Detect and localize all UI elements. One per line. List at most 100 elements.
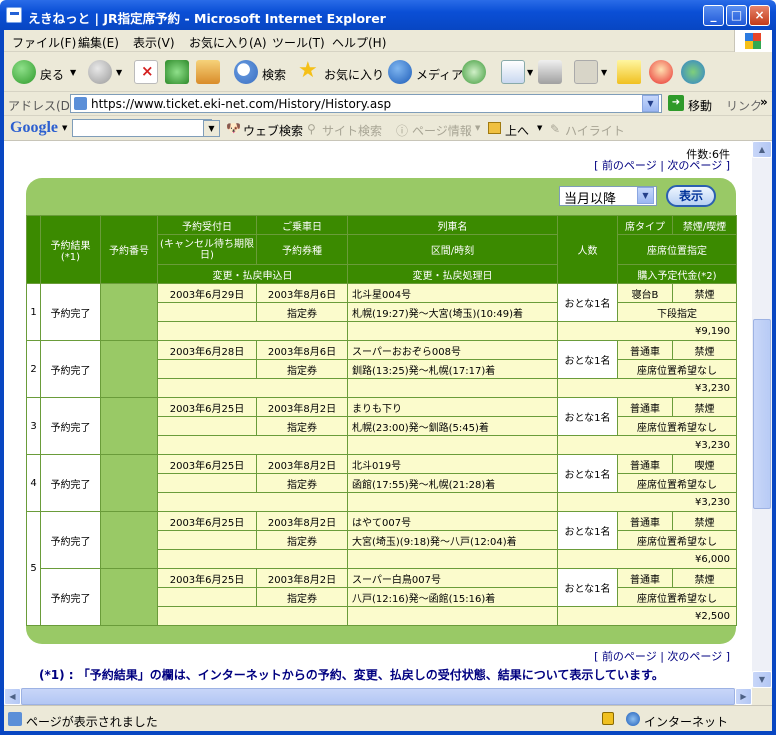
prev-page-link[interactable]: 前のページ: [602, 159, 657, 172]
ie-page-icon: [6, 7, 22, 23]
site-search-button[interactable]: サイト検索: [322, 122, 382, 139]
seat-position-cell: 座席位置希望なし: [617, 530, 737, 550]
menu-edit[interactable]: 編集(E): [78, 34, 119, 51]
go-arrow-icon[interactable]: ➜: [668, 95, 684, 111]
show-button[interactable]: 表示: [666, 185, 716, 207]
refresh-icon[interactable]: [165, 60, 189, 84]
scroll-left-icon[interactable]: ◀: [4, 688, 21, 705]
address-dropdown-icon[interactable]: ▼: [642, 95, 659, 112]
maximize-button[interactable]: □: [726, 5, 747, 26]
next-page-link[interactable]: 次のページ: [667, 650, 722, 663]
print-icon[interactable]: [538, 60, 562, 84]
messenger-people-icon[interactable]: [681, 60, 705, 84]
vertical-scroll-thumb[interactable]: [753, 319, 771, 509]
next-page-link[interactable]: 次のページ: [667, 159, 722, 172]
reserved-date-cell: 2003年6月25日: [157, 568, 257, 588]
pager-bracket-close: ]: [722, 650, 730, 663]
web-search-button[interactable]: ウェブ検索: [243, 122, 303, 139]
change-process-date-cell: [347, 378, 558, 398]
favorites-label[interactable]: お気に入り: [324, 66, 384, 83]
edit-page-icon[interactable]: [574, 60, 598, 84]
scroll-right-icon[interactable]: ▶: [735, 688, 752, 705]
page-info-button[interactable]: ページ情報: [412, 122, 472, 139]
period-select[interactable]: 当月以降 ▼: [559, 186, 657, 207]
page-content: 件数:6件 [ 前のページ | 次のページ ] 当月以降 ▼ 表示 予約結果 (…: [4, 141, 752, 688]
favorites-star-icon[interactable]: ★: [298, 58, 322, 83]
reservation-number-cell: [100, 283, 158, 341]
menu-help[interactable]: ヘルプ(H): [332, 34, 386, 51]
pager-bracket-open: [: [594, 650, 602, 663]
history-icon[interactable]: [462, 60, 486, 84]
address-url: https://www.ticket.eki-net.com/History/H…: [91, 97, 392, 111]
scroll-corner: [752, 688, 772, 705]
change-request-date-cell: [157, 549, 348, 569]
media-globe-icon[interactable]: [388, 60, 412, 84]
header-train-name: 列車名: [347, 215, 558, 235]
table-row: 3 予約完了 2003年6月25日 2003年8月2日 まりも下り おとな1名 普通車 禁煙: [26, 397, 737, 455]
go-button[interactable]: 移動: [688, 97, 712, 114]
mail-dropdown-icon[interactable]: ▼: [527, 68, 533, 77]
menu-file[interactable]: ファイル(F): [12, 34, 76, 51]
forward-arrow-icon[interactable]: [88, 60, 112, 84]
note-icon[interactable]: [617, 60, 641, 84]
cancel-deadline-cell: [157, 416, 257, 436]
back-dropdown-icon[interactable]: ▼: [70, 68, 76, 77]
prev-page-link[interactable]: 前のページ: [602, 650, 657, 663]
row-number: 1: [26, 283, 41, 341]
ticket-type-cell: 指定券: [256, 530, 348, 550]
edit-dropdown-icon[interactable]: ▼: [601, 68, 607, 77]
links-label[interactable]: リンク: [726, 97, 762, 114]
media-label[interactable]: メディア: [416, 66, 463, 83]
section-time-cell: 函館(17:55)発～札幌(21:28)着: [347, 473, 558, 493]
reserved-date-cell: 2003年6月28日: [157, 340, 257, 360]
google-input-dropdown-icon[interactable]: ▼: [203, 120, 220, 137]
mail-icon[interactable]: [501, 60, 525, 84]
back-arrow-icon[interactable]: [12, 60, 36, 84]
web-search-icon[interactable]: 🐶: [226, 121, 241, 135]
google-logo[interactable]: Google: [10, 119, 58, 137]
stop-icon[interactable]: ×: [134, 60, 158, 84]
seat-position-cell: 座席位置希望なし: [617, 473, 737, 493]
smoking-cell: 禁煙: [672, 340, 737, 360]
minimize-button[interactable]: _: [703, 5, 724, 26]
close-button[interactable]: ×: [749, 5, 770, 26]
horizontal-scrollbar[interactable]: ◀ ▶: [4, 688, 752, 705]
header-reserved-date: 予約受付日: [157, 215, 257, 235]
highlight-button[interactable]: ハイライト: [565, 122, 625, 139]
passengers-cell: おとな1名: [557, 340, 618, 379]
messenger-character-icon[interactable]: [649, 60, 673, 84]
back-label[interactable]: 戻る: [40, 66, 64, 83]
ride-date-cell: 2003年8月6日: [256, 283, 348, 303]
scroll-up-icon[interactable]: ▲: [752, 141, 772, 158]
menu-tools[interactable]: ツール(T): [272, 34, 325, 51]
header-seat-position: 座席位置指定: [617, 234, 737, 265]
search-icon[interactable]: [234, 60, 258, 84]
seat-position-cell: 座席位置希望なし: [617, 359, 737, 379]
menu-view[interactable]: 表示(V): [133, 34, 175, 51]
window-frame-bottom: [0, 731, 776, 735]
forward-dropdown-icon[interactable]: ▼: [116, 68, 122, 77]
price-cell: ¥9,190: [557, 321, 737, 341]
up-button[interactable]: 上へ: [505, 122, 529, 139]
price-cell: ¥6,000: [557, 549, 737, 569]
train-name-cell: 北斗星004号: [347, 283, 558, 303]
home-icon[interactable]: [196, 60, 220, 84]
scroll-down-icon[interactable]: ▼: [752, 671, 772, 688]
result-cell: 予約完了: [40, 454, 101, 512]
period-dropdown-icon[interactable]: ▼: [637, 187, 654, 204]
toolbar: 戻る ▼ ▼ × 検索 ★ お気に入り メディア ▼ ▼: [4, 52, 772, 92]
vertical-scrollbar[interactable]: ▲ ▼: [752, 141, 772, 688]
seat-type-cell: 普通車: [617, 568, 673, 588]
menu-favorites[interactable]: お気に入り(A): [189, 34, 267, 51]
up-dropdown-icon[interactable]: ▼: [537, 124, 542, 132]
google-menu-dropdown-icon[interactable]: ▼: [62, 124, 67, 132]
page-info-dropdown-icon[interactable]: ▼: [475, 124, 480, 132]
search-label[interactable]: 検索: [262, 66, 286, 83]
links-chevron-icon[interactable]: »: [760, 95, 768, 109]
header-passengers: 人数: [557, 215, 618, 284]
horizontal-scroll-thumb[interactable]: [21, 688, 735, 705]
seat-position-cell: 座席位置希望なし: [617, 587, 737, 607]
google-search-input[interactable]: [72, 119, 212, 137]
history-panel: 当月以降 ▼ 表示 予約結果 (*1) 予約番号 予約受付日 ご乗車日 列車名 …: [26, 178, 737, 644]
address-input[interactable]: https://www.ticket.eki-net.com/History/H…: [70, 94, 662, 113]
